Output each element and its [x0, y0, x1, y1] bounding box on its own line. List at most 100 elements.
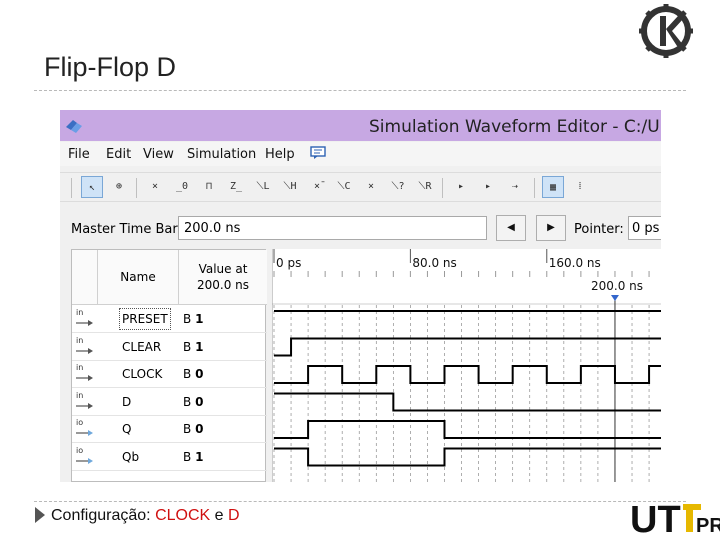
- name-column-label: Name: [120, 270, 156, 284]
- menu-edit[interactable]: Edit: [106, 147, 131, 162]
- waveform-editor-window: Simulation Waveform Editor - C:/U File E…: [60, 110, 661, 482]
- signal-row[interactable]: in CLOCK B 0: [72, 361, 267, 388]
- signal-value: B 1: [183, 450, 203, 464]
- zoom-tool-icon[interactable]: ⊕: [108, 176, 130, 198]
- signal-value-radix: B: [183, 422, 192, 436]
- toolbar-separator: [534, 178, 535, 198]
- window-title: Simulation Waveform Editor - C:/U: [369, 117, 660, 137]
- slide-title: Flip-Flop D: [44, 52, 177, 82]
- signal-name: Q: [122, 422, 132, 436]
- signal-row[interactable]: io Qb B 1: [72, 444, 267, 471]
- signal-value: B 1: [183, 340, 203, 354]
- menu-bar: File Edit View Simulation Help: [60, 142, 661, 166]
- signal-type-label: in: [76, 390, 84, 400]
- timeline-tick-label: 80.0 ns: [412, 256, 456, 270]
- waveform-panel[interactable]: 0 ps 80.0 ns 160.0 ns 200.0 ns: [272, 249, 661, 482]
- quartus-app-icon: [66, 120, 82, 133]
- run-timing-simulation-icon[interactable]: ▸: [477, 176, 499, 198]
- forcing-unknown-icon[interactable]: ⨯: [360, 176, 382, 198]
- toolbar-separator: [442, 178, 443, 198]
- pointer-field[interactable]: 0 ps: [628, 216, 661, 240]
- force-high-icon[interactable]: ⊓: [198, 176, 220, 198]
- invert-icon[interactable]: ⨯̄: [306, 176, 328, 198]
- signal-value: B 0: [183, 367, 203, 381]
- signal-value-radix: B: [183, 449, 192, 464]
- next-transition-button[interactable]: ▶: [536, 215, 566, 241]
- signal-value-bit: 1: [195, 339, 204, 354]
- bullet-arrow-icon: [35, 507, 45, 523]
- signal-name: CLEAR: [122, 339, 162, 354]
- node-list-panel: Name Value at 200.0 ns in PRESET B 1 in CLEA…: [71, 249, 267, 482]
- signal-value-radix: B: [183, 367, 192, 381]
- timeline-header: [272, 249, 661, 304]
- signal-value-bit: 0: [195, 367, 204, 381]
- waveform-q: [274, 420, 661, 439]
- grid-snap-icon[interactable]: ▦: [542, 176, 564, 198]
- toolbar-separator: [136, 178, 137, 198]
- value-column-label-line2: 200.0 ns: [196, 278, 250, 292]
- high-impedance-icon[interactable]: Z̲: [225, 176, 247, 198]
- signal-value-radix: B: [183, 339, 192, 354]
- signal-value-bit: 1: [195, 312, 204, 326]
- count-value-icon[interactable]: ⟍C: [333, 176, 355, 198]
- force-low-icon[interactable]: _0: [171, 176, 193, 198]
- menu-file[interactable]: File: [68, 147, 90, 162]
- signal-row[interactable]: io Q B 0: [72, 416, 267, 443]
- waveform-d: [274, 392, 661, 412]
- signal-name: D: [122, 394, 132, 409]
- name-column-header[interactable]: Name: [98, 250, 179, 305]
- signal-value: B 0: [183, 395, 203, 409]
- dont-care-icon[interactable]: ⟍?: [387, 176, 409, 198]
- footer-divider: [34, 501, 686, 502]
- master-time-bar-field[interactable]: 200.0 ns: [178, 216, 487, 240]
- weak-low-icon[interactable]: ⟍L: [252, 176, 274, 198]
- previous-transition-button[interactable]: ◀: [496, 215, 526, 241]
- time-cursor-label: 200.0 ns: [591, 279, 643, 293]
- signal-value-bit: 0: [195, 422, 204, 436]
- configuration-bullet: Configuração: CLOCK e D: [51, 507, 240, 525]
- signal-row[interactable]: in D B 0: [72, 389, 267, 416]
- signal-type-label: in: [76, 308, 84, 317]
- random-values-icon[interactable]: ⟍R: [414, 176, 436, 198]
- signal-value-bit: 0: [195, 394, 204, 409]
- signal-type-label: in: [76, 363, 84, 372]
- type-column-header: [72, 250, 98, 305]
- value-column-header[interactable]: Value at 200.0 ns: [179, 250, 267, 305]
- signal-row[interactable]: in CLEAR B 1: [72, 334, 267, 361]
- signal-value-radix: B: [183, 312, 192, 326]
- utfpr-logo: UT PR: [630, 500, 720, 540]
- menu-simulation[interactable]: Simulation: [187, 147, 256, 162]
- signal-value-radix: B: [183, 394, 192, 409]
- bullet-clock: CLOCK: [155, 507, 211, 524]
- signal-name: Qb: [122, 449, 140, 464]
- bullet-prefix: Configuração:: [51, 507, 156, 524]
- waveform-clear: [274, 337, 661, 357]
- toolbar-separator: [71, 178, 72, 198]
- snap-to-transitions-icon[interactable]: ⁞: [569, 176, 591, 198]
- run-functional-simulation-icon[interactable]: ▸: [450, 176, 472, 198]
- utfpr-logo-ut: UT: [630, 500, 681, 540]
- utfpr-logo-pr: PR: [696, 515, 720, 537]
- signal-value-bit: 1: [195, 449, 204, 464]
- waveform-clock: [274, 365, 661, 384]
- weak-high-icon[interactable]: ⟍H: [279, 176, 301, 198]
- signal-type-label: io: [76, 445, 84, 455]
- bullet-d: D: [227, 507, 240, 524]
- signal-row[interactable]: in PRESET B 1: [72, 306, 267, 333]
- generate-netlist-icon[interactable]: ⇢: [504, 176, 526, 198]
- signal-value: B 1: [183, 312, 203, 326]
- feedback-icon[interactable]: [310, 146, 326, 160]
- master-time-bar-label: Master Time Bar:: [71, 222, 182, 237]
- waveform-qb: [274, 447, 661, 467]
- menu-help[interactable]: Help: [265, 147, 295, 162]
- signal-value: B 0: [183, 422, 203, 436]
- bullet-conjunction: e: [210, 507, 228, 524]
- select-tool-icon[interactable]: ↖: [81, 176, 103, 198]
- pointer-label: Pointer:: [574, 222, 624, 237]
- uninitialized-icon[interactable]: ⨯: [144, 176, 166, 198]
- menu-view[interactable]: View: [143, 147, 174, 162]
- timeline-tick-label: 0 ps: [276, 256, 301, 270]
- waveform-toolbar: ↖ ⊕ ⨯ _0 ⊓ Z̲ ⟍L ⟍H ⨯̄ ⟍C ⨯ ⟍? ⟍R ▸ ▸ ⇢ …: [60, 172, 661, 202]
- signal-type-label: in: [76, 335, 84, 345]
- value-column-label-line1: Value at: [198, 262, 248, 276]
